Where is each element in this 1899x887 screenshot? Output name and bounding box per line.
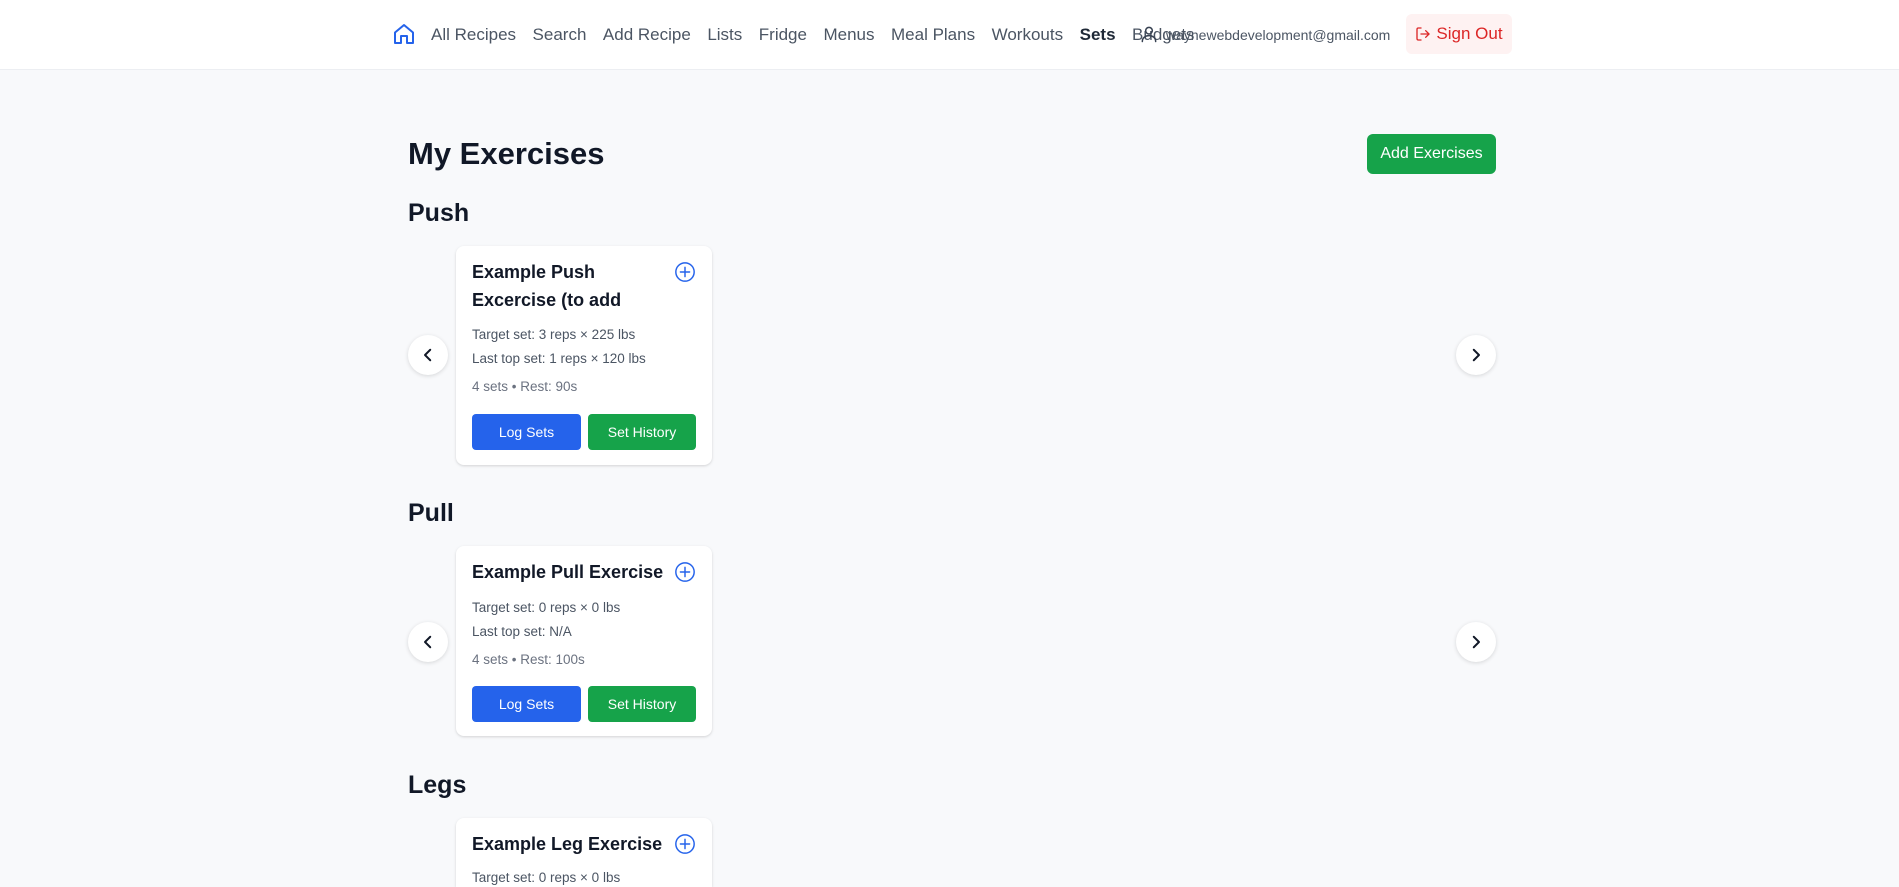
add-circle-icon[interactable] <box>674 833 696 855</box>
target-set: Target set: 3 reps × 225 lbs <box>472 327 636 342</box>
target-set: Target set: 0 reps × 0 lbs <box>472 600 621 615</box>
category-title-pull: Pull <box>408 499 454 527</box>
carousel-next-pull[interactable] <box>1456 622 1496 662</box>
nav-link-menus[interactable]: Menus <box>823 25 874 45</box>
exercise-title: Example Leg Exercise <box>472 834 663 854</box>
exercise-card-push: Example Push Excercise (to add Target We… <box>456 246 712 465</box>
nav-link-search[interactable]: Search <box>533 25 587 45</box>
nav-link-sets[interactable]: Sets <box>1080 25 1116 45</box>
nav-link-all-recipes[interactable]: All Recipes <box>431 25 516 45</box>
last-top-set: Last top set: N/A <box>472 624 572 639</box>
carousel-next-push[interactable] <box>1456 335 1496 375</box>
carousel-prev-push[interactable] <box>408 335 448 375</box>
set-history-button[interactable]: Set History <box>588 414 696 450</box>
sign-out-label: Sign Out <box>1436 24 1503 43</box>
chevron-right-icon <box>1472 635 1480 649</box>
sets-rest-info: 4 sets • Rest: 90s <box>472 379 578 394</box>
log-sets-button[interactable]: Log Sets <box>472 686 581 722</box>
logout-icon <box>1416 27 1431 41</box>
exercise-title: Example Push Excercise (to add Target We… <box>472 262 622 310</box>
last-top-set: Last top set: 1 reps × 120 lbs <box>472 351 646 366</box>
category-title-push: Push <box>408 199 470 227</box>
page-title: My Exercises <box>408 136 605 171</box>
add-circle-icon[interactable] <box>674 261 696 283</box>
sets-rest-info: 4 sets • Rest: 100s <box>472 652 585 667</box>
category-title-legs: Legs <box>408 771 467 799</box>
target-set: Target set: 0 reps × 0 lbs <box>472 870 621 885</box>
home-icon[interactable] <box>392 22 416 46</box>
set-history-button[interactable]: Set History <box>588 686 696 722</box>
add-circle-icon[interactable] <box>674 561 696 583</box>
nav-link-meal-plans[interactable]: Meal Plans <box>891 25 975 45</box>
chevron-left-icon <box>424 348 432 362</box>
carousel-prev-pull[interactable] <box>408 622 448 662</box>
chevron-left-icon <box>424 635 432 649</box>
chevron-right-icon <box>1472 348 1480 362</box>
exercise-title: Example Pull Exercise <box>472 562 664 582</box>
nav-links: All Recipes Search Add Recipe Lists Frid… <box>431 0 1194 70</box>
nav-link-workouts[interactable]: Workouts <box>992 25 1064 45</box>
nav-link-add-recipe[interactable]: Add Recipe <box>603 25 691 45</box>
exercise-card-legs: Example Leg Exercise Target set: 0 reps … <box>456 818 712 887</box>
user-email: waynewebdevelopment@gmail.com <box>1166 27 1391 43</box>
user-icon <box>1141 26 1157 43</box>
log-sets-button[interactable]: Log Sets <box>472 414 581 450</box>
top-navbar: All Recipes Search Add Recipe Lists Frid… <box>0 0 1899 70</box>
add-exercises-button[interactable]: Add Exercises <box>1367 134 1496 174</box>
exercise-card-pull: Example Pull Exercise Target set: 0 reps… <box>456 546 712 736</box>
nav-link-lists[interactable]: Lists <box>707 25 742 45</box>
nav-link-fridge[interactable]: Fridge <box>759 25 807 45</box>
sign-out-button[interactable]: Sign Out <box>1406 14 1512 54</box>
